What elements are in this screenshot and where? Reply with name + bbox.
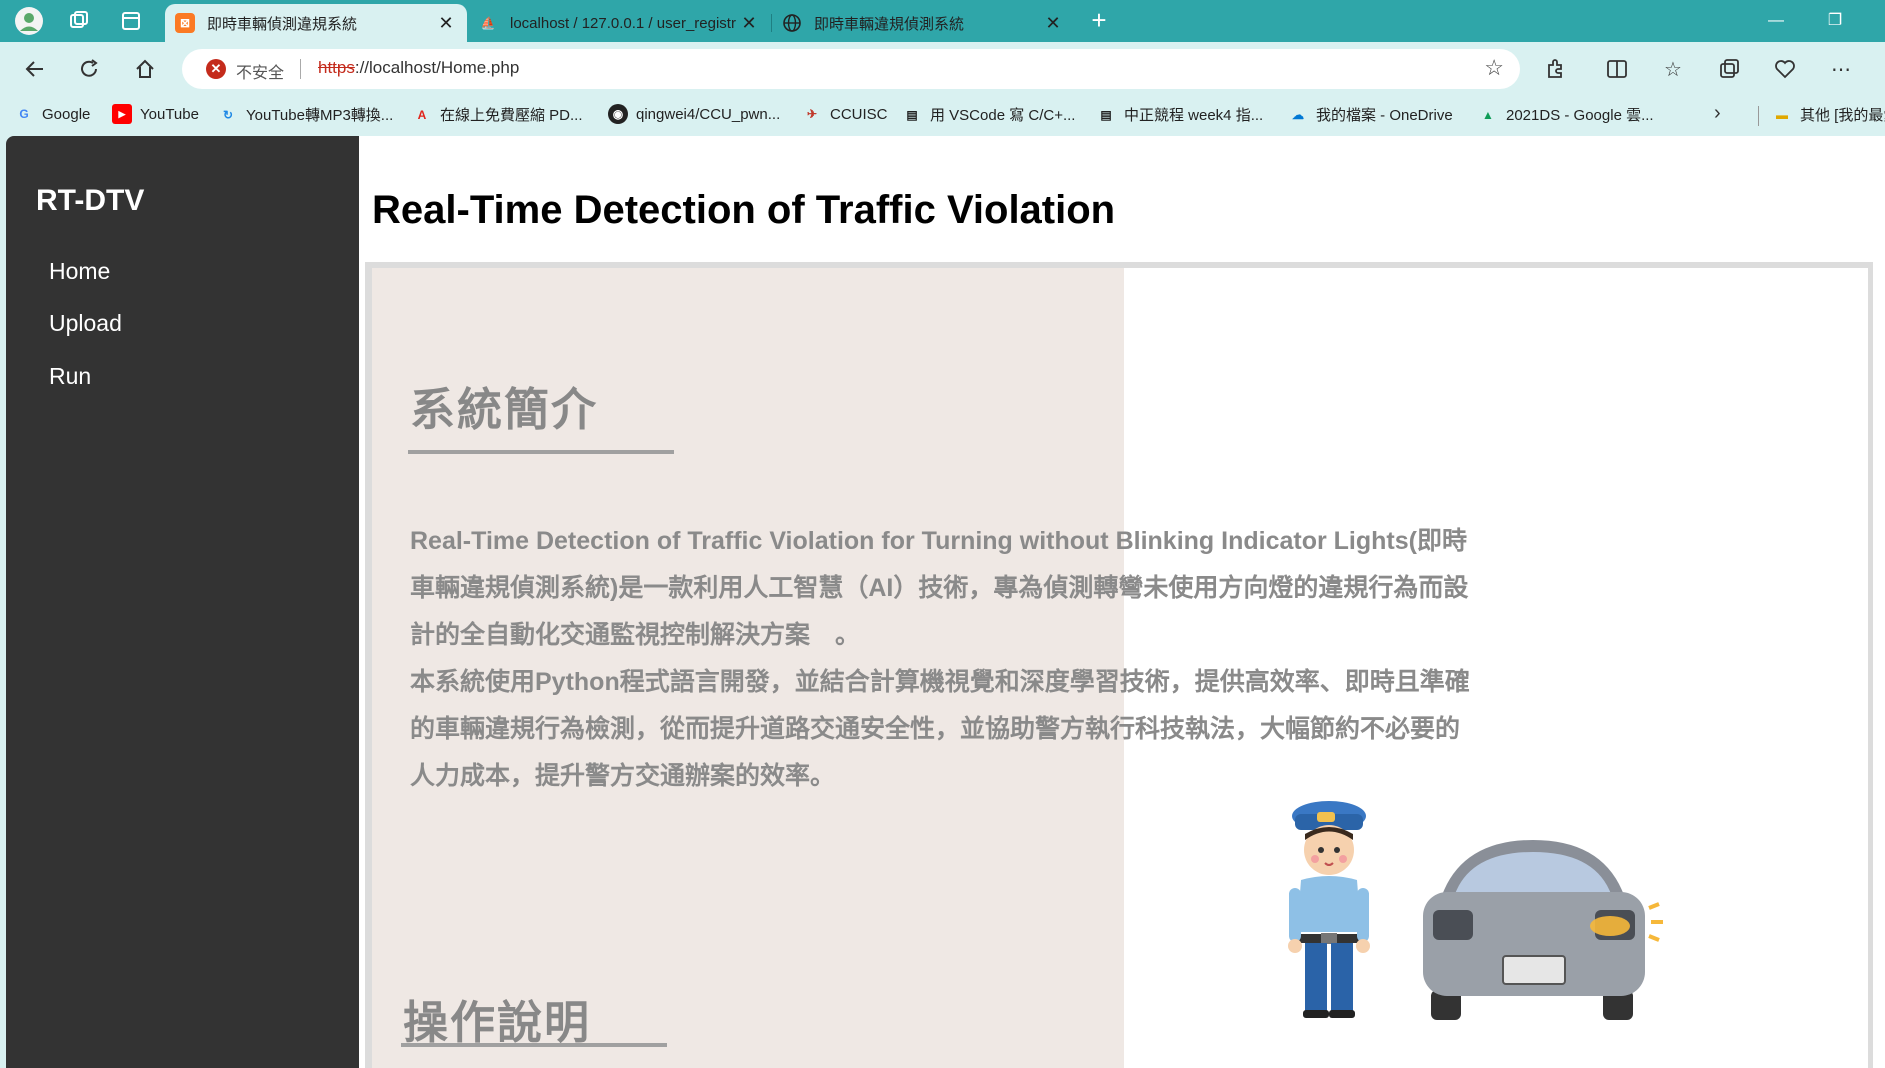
- bookmark-ccuisc[interactable]: ✈ CCUISC: [802, 104, 888, 124]
- extensions-icon[interactable]: [1538, 52, 1572, 86]
- police-and-car-illustration: [1288, 801, 1663, 1020]
- tab-title: 即時車輛偵測違規系統: [207, 15, 358, 33]
- bookmark-label: 中正競程 week4 指...: [1124, 107, 1264, 124]
- bookmark-label: 在線上免費壓縮 PD...: [440, 107, 583, 124]
- site-brand[interactable]: RT-DTV: [36, 184, 144, 218]
- url-scheme: https: [318, 58, 355, 77]
- page-viewport: RT-DTV Home Upload Run Real-Time Detecti…: [0, 136, 1885, 1068]
- google-drive-icon: ▲: [1482, 107, 1494, 122]
- document-icon: ▤: [906, 107, 918, 122]
- bookmark-gdrive[interactable]: ▲ 2021DS - Google 雲...: [1478, 104, 1654, 125]
- tab-actions-icon[interactable]: [114, 6, 148, 36]
- browser-toolbar: ✕ 不安全 https://localhost/Home.php ☆ ☆ ⋯: [0, 42, 1885, 94]
- bookmark-label: qingwei4/CCU_pwn...: [636, 105, 781, 123]
- new-tab-button[interactable]: +: [1084, 6, 1114, 36]
- back-button[interactable]: [18, 52, 52, 86]
- sidebar-link-upload[interactable]: Upload: [49, 310, 122, 337]
- heading-underline: [401, 1043, 667, 1047]
- bookmark-label: YouTube轉MP3轉換...: [246, 107, 394, 124]
- car-icon: [1423, 840, 1663, 1020]
- phpmyadmin-favicon-icon: ⛵: [480, 16, 496, 30]
- tab-title: 即時車輛違規偵測系統: [814, 15, 965, 33]
- collections-icon[interactable]: [1712, 52, 1746, 86]
- favorite-star-icon[interactable]: ☆: [1484, 55, 1504, 81]
- intro-paragraph: Real-Time Detection of Traffic Violation…: [410, 527, 1469, 649]
- github-icon: ◉: [608, 104, 628, 124]
- minimize-button[interactable]: —: [1756, 6, 1796, 36]
- intro-paragraph: 本系統使用Python程式語言開發，並結合計算機視覺和深度學習技術，提供高效率、…: [410, 668, 1470, 790]
- close-tab-icon[interactable]: ✕: [1042, 13, 1064, 34]
- bookmark-week4[interactable]: ▤ 中正競程 week4 指...: [1096, 104, 1263, 125]
- refresh-button[interactable]: [72, 52, 106, 86]
- browser-tab-bar: ⊠ 即時車輛偵測違規系統 ✕ ⛵ localhost / 127.0.0.1 /…: [0, 0, 1885, 42]
- sidebar: RT-DTV Home Upload Run: [6, 136, 359, 1068]
- tab-title: localhost / 127.0.0.1 / user_registr: [510, 14, 736, 32]
- intro-text: Real-Time Detection of Traffic Violation…: [410, 518, 1480, 800]
- restore-button[interactable]: ❐: [1815, 6, 1855, 36]
- bookmark-label: CCUISC: [830, 105, 888, 123]
- workspaces-icon[interactable]: [62, 6, 96, 36]
- heading-underline: [408, 450, 674, 454]
- close-tab-icon[interactable]: ✕: [435, 13, 457, 34]
- ccuisc-icon: ✈: [806, 107, 818, 121]
- url-text[interactable]: https://localhost/Home.php: [318, 58, 519, 78]
- sidebar-link-run[interactable]: Run: [49, 363, 91, 390]
- bookmark-label: Google: [42, 105, 91, 123]
- globe-icon: [782, 13, 802, 33]
- favorites-icon[interactable]: ☆: [1656, 52, 1690, 86]
- bookmark-label: 用 VSCode 寫 C/C+...: [930, 107, 1076, 124]
- bookmark-label: 我的檔案 - OneDrive: [1316, 107, 1453, 124]
- browser-essentials-icon[interactable]: [1768, 52, 1802, 86]
- profile-avatar-icon[interactable]: [12, 6, 46, 36]
- converter-icon: ↻: [222, 107, 234, 122]
- bookmark-github[interactable]: ◉ qingwei4/CCU_pwn...: [608, 104, 780, 124]
- chevron-right-icon[interactable]: ›: [1714, 102, 1721, 125]
- onedrive-cloud-icon: ☁: [1292, 107, 1304, 122]
- bookmark-onedrive[interactable]: ☁ 我的檔案 - OneDrive: [1288, 104, 1453, 125]
- main-content: Real-Time Detection of Traffic Violation…: [359, 136, 1885, 1068]
- more-menu-icon[interactable]: ⋯: [1824, 52, 1858, 86]
- tab-phpmyadmin[interactable]: ⛵ localhost / 127.0.0.1 / user_registr ✕: [468, 4, 770, 42]
- address-bar[interactable]: ✕ 不安全 https://localhost/Home.php ☆: [182, 49, 1520, 89]
- address-divider: [300, 59, 301, 79]
- tab-rtdtv-other[interactable]: 即時車輛違規偵測系統 ✕: [772, 4, 1074, 42]
- security-label[interactable]: 不安全: [236, 59, 284, 83]
- bookmark-google[interactable]: G Google: [14, 104, 90, 124]
- intro-panel: 系統簡介 Real-Time Detection of Traffic Viol…: [372, 268, 1868, 1068]
- bookmark-label: 其他 [我的最愛]: [1800, 107, 1885, 124]
- adobe-icon: A: [417, 107, 427, 122]
- bookmark-ytmp3[interactable]: ↻ YouTube轉MP3轉換...: [218, 104, 393, 125]
- url-rest: ://localhost/Home.php: [354, 58, 520, 77]
- page-title: Real-Time Detection of Traffic Violation: [372, 188, 1116, 232]
- police-officer-icon: [1288, 801, 1370, 1018]
- bookmark-vscode[interactable]: ▤ 用 VSCode 寫 C/C+...: [902, 104, 1075, 125]
- bookmarks-divider: [1758, 106, 1759, 126]
- xampp-favicon-icon: ⊠: [175, 13, 195, 33]
- bookmark-pdf-compress[interactable]: A 在線上免費壓縮 PD...: [412, 104, 583, 125]
- tab-rtdtv-home[interactable]: ⊠ 即時車輛偵測違規系統 ✕: [165, 4, 467, 42]
- bookmark-label: 2021DS - Google 雲...: [1506, 107, 1654, 124]
- bookmark-label: YouTube: [140, 105, 199, 123]
- split-screen-icon[interactable]: [1600, 52, 1634, 86]
- youtube-icon: ▶: [112, 104, 132, 124]
- bookmark-other-favorites[interactable]: ▬ 其他 [我的最愛]: [1772, 104, 1885, 125]
- bookmarks-bar: G Google ▶ YouTube ↻ YouTube轉MP3轉換... A …: [0, 94, 1885, 136]
- close-tab-icon[interactable]: ✕: [738, 13, 760, 34]
- not-secure-icon[interactable]: ✕: [206, 59, 226, 79]
- section-heading-operation: 操作說明: [403, 997, 592, 1048]
- google-icon: G: [19, 107, 29, 121]
- document-icon: ▤: [1100, 107, 1112, 122]
- bookmark-youtube[interactable]: ▶ YouTube: [112, 104, 199, 124]
- section-heading-intro: 系統簡介: [410, 384, 599, 435]
- content-frame: 系統簡介 Real-Time Detection of Traffic Viol…: [365, 262, 1873, 1068]
- home-button[interactable]: [128, 52, 162, 86]
- sidebar-link-home[interactable]: Home: [49, 258, 110, 285]
- folder-icon: ▬: [1776, 107, 1788, 122]
